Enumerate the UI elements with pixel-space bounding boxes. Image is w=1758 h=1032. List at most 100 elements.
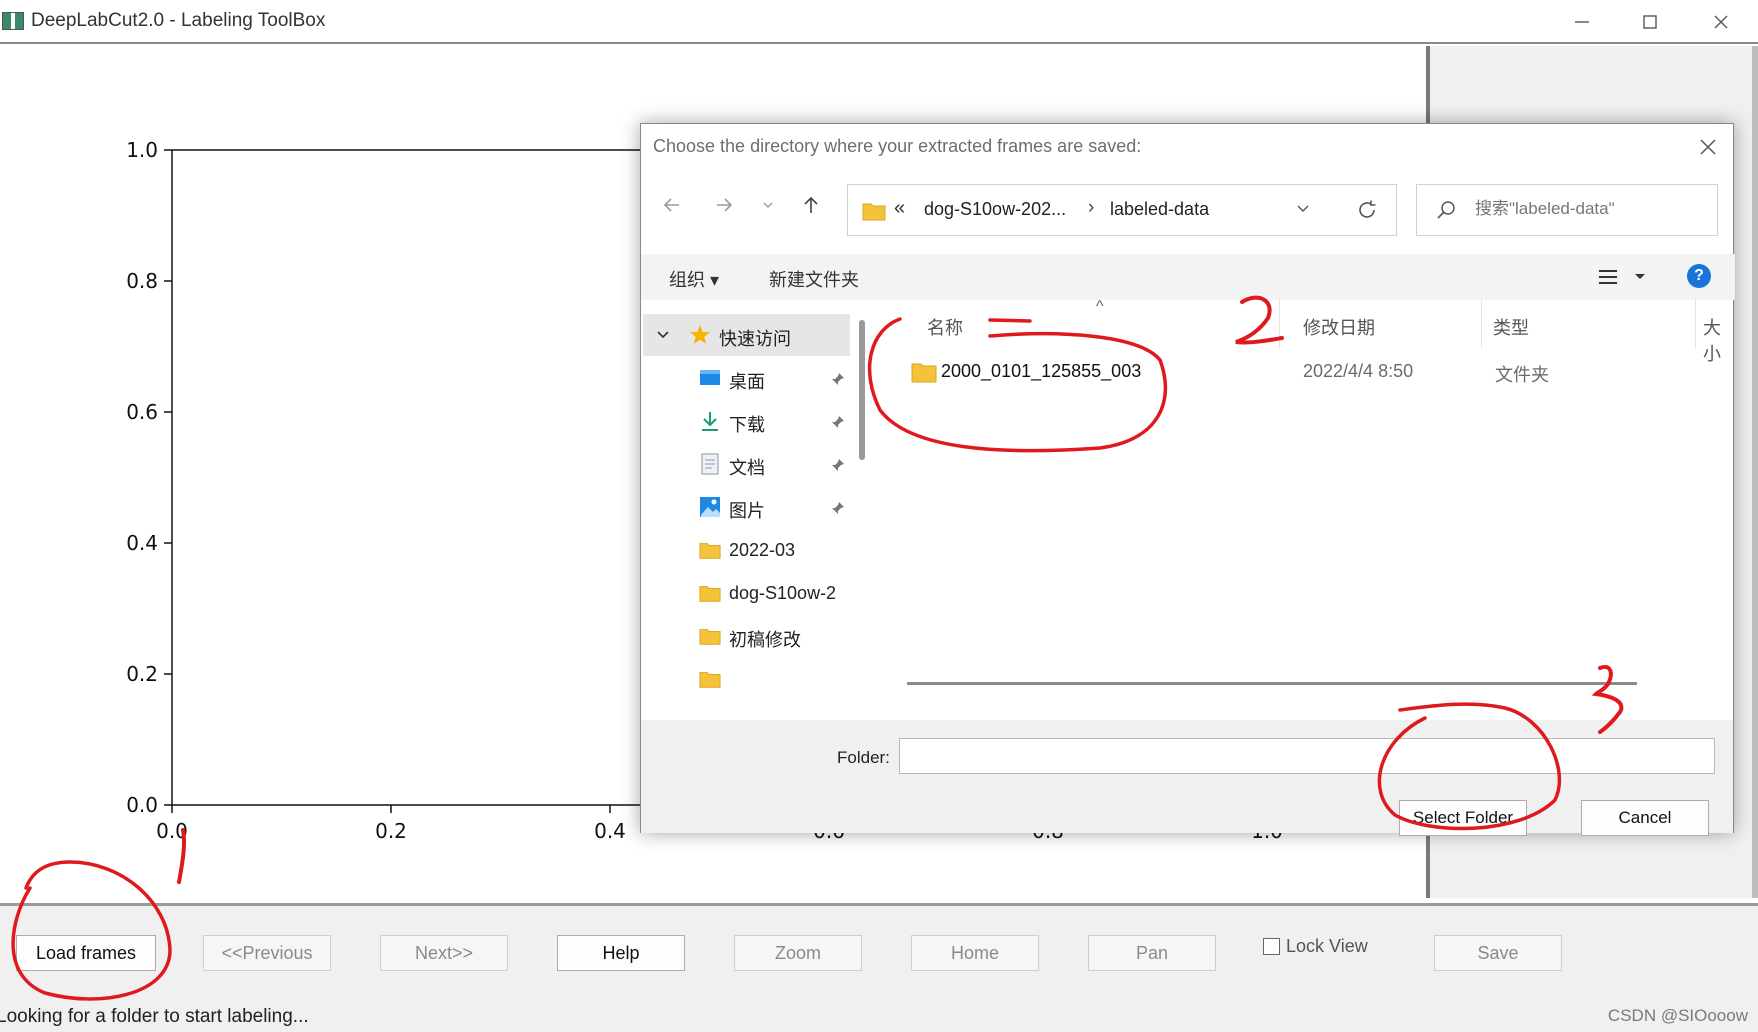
up-button[interactable] [796, 190, 826, 220]
chevron-down-icon [763, 202, 773, 208]
file-row[interactable]: 2000_0101_125855_003 2022/4/4 8:50 文件夹 [905, 354, 1705, 390]
pin-icon[interactable] [831, 413, 845, 434]
status-text: Looking for a folder to start labeling..… [0, 1006, 309, 1027]
zoom-button[interactable]: Zoom [734, 935, 862, 971]
close-icon [1700, 139, 1716, 155]
horizontal-scrollbar[interactable] [907, 682, 1637, 685]
nav-item[interactable]: dog-S10ow-2 [643, 572, 850, 614]
column-divider[interactable] [1279, 300, 1280, 348]
column-header-modified[interactable]: 修改日期 [1303, 314, 1375, 340]
choose-directory-dialog: Choose the directory where your extracte… [640, 123, 1735, 836]
view-options-icon[interactable] [1597, 266, 1649, 288]
nav-item-quick-access[interactable]: 快速访问 [643, 314, 850, 356]
chevron-down-icon[interactable] [655, 327, 671, 343]
watermark: CSDN @SIOooow [1607, 1006, 1748, 1025]
folder-icon [699, 539, 721, 561]
search-box[interactable] [1416, 184, 1718, 236]
new-folder-button[interactable]: 新建文件夹 [769, 266, 859, 292]
nav-item[interactable] [643, 658, 850, 700]
pin-icon[interactable] [831, 499, 845, 520]
next-button[interactable]: Next>> [380, 935, 508, 971]
forward-button[interactable] [709, 190, 739, 220]
dialog-close-button[interactable] [1695, 134, 1721, 160]
desktop-icon [699, 367, 721, 389]
pin-icon[interactable] [831, 370, 845, 391]
lock-view-checkbox[interactable]: Lock View [1263, 936, 1368, 957]
star-icon [689, 324, 711, 346]
breadcrumb-separator-icon[interactable]: › [1088, 197, 1094, 219]
folder-icon [862, 203, 886, 221]
document-icon [699, 453, 721, 475]
column-divider[interactable] [1481, 300, 1482, 348]
file-name: 2000_0101_125855_003 [941, 361, 1142, 381]
pin-icon[interactable] [831, 456, 845, 477]
nav-item[interactable]: 图片 [643, 486, 850, 528]
column-header-type[interactable]: 类型 [1493, 314, 1529, 340]
y-tick-label: 0.2 [126, 662, 158, 686]
y-axis-ticks: 1.0 0.8 0.6 0.4 0.2 0.0 [126, 138, 172, 817]
nav-item-label: 文档 [729, 458, 765, 478]
title-bar: DeepLabCut2.0 - Labeling ToolBox [0, 0, 1758, 44]
cancel-button[interactable]: Cancel [1581, 800, 1709, 836]
search-icon [1437, 201, 1455, 219]
close-icon [1714, 15, 1728, 29]
breadcrumb-project[interactable]: dog-S10ow-202... [924, 199, 1066, 220]
x-tick-label: 0.2 [375, 819, 407, 843]
close-window-button[interactable] [1697, 6, 1745, 38]
home-button[interactable]: Home [911, 935, 1039, 971]
help-icon[interactable]: ? [1687, 264, 1711, 288]
address-bar[interactable]: « dog-S10ow-202... › labeled-data [847, 184, 1397, 236]
folder-input[interactable] [899, 738, 1715, 774]
app-icon [2, 12, 24, 30]
nav-item[interactable]: 文档 [643, 443, 850, 485]
column-header-size[interactable]: 大小 [1703, 314, 1733, 366]
load-frames-button[interactable]: Load frames [16, 935, 156, 971]
nav-item[interactable]: 下载 [643, 400, 850, 442]
breadcrumb-labeled-data[interactable]: labeled-data [1110, 199, 1209, 220]
nav-item-label: 2022-03 [729, 540, 796, 560]
column-header-name[interactable]: 名称 [927, 314, 963, 340]
minimize-button[interactable] [1558, 6, 1606, 38]
select-folder-button[interactable]: Select Folder [1399, 800, 1527, 836]
folder-icon [699, 582, 721, 604]
nav-item[interactable]: 初稿修改 [643, 615, 850, 657]
file-modified-date: 2022/4/4 8:50 [1303, 361, 1414, 381]
back-button[interactable] [657, 190, 687, 220]
refresh-icon[interactable] [1356, 199, 1378, 221]
folder-icon [699, 625, 721, 647]
folder-icon [911, 363, 937, 383]
maximize-icon [1643, 15, 1657, 29]
maximize-button[interactable] [1626, 6, 1674, 38]
nav-item-label: 图片 [729, 501, 765, 521]
previous-button[interactable]: <<Previous [203, 935, 331, 971]
navigation-pane: 快速访问桌面下载文档图片 2022-03 dog-S10ow-2 初稿修改 [643, 300, 850, 720]
search-input[interactable] [1475, 199, 1705, 219]
nav-item-label: 快速访问 [719, 329, 791, 349]
nav-item[interactable]: 桌面 [643, 357, 850, 399]
nav-item[interactable]: 2022-03 [643, 529, 850, 571]
y-tick-label: 1.0 [126, 138, 158, 162]
nav-item-label: 桌面 [729, 372, 765, 392]
recent-locations-button[interactable] [753, 190, 783, 220]
nav-item-label: 下载 [729, 415, 765, 435]
y-tick-label: 0.4 [126, 531, 158, 555]
address-overflow-icon[interactable]: « [894, 197, 905, 220]
address-dropdown-icon[interactable] [1296, 201, 1310, 215]
file-type: 文件夹 [1495, 365, 1549, 385]
lock-view-label: Lock View [1286, 936, 1368, 956]
save-button[interactable]: Save [1434, 935, 1562, 971]
checkbox-box[interactable] [1263, 938, 1280, 955]
sort-ascending-icon: ^ [1096, 298, 1104, 315]
column-divider[interactable] [1695, 300, 1696, 348]
nav-item-label: 初稿修改 [729, 630, 801, 650]
pan-button[interactable]: Pan [1088, 935, 1216, 971]
navigation-scrollbar[interactable] [859, 320, 865, 460]
help-button[interactable]: Help [557, 935, 685, 971]
arrow-left-icon [663, 198, 679, 212]
status-bar: Looking for a folder to start labeling..… [0, 994, 1758, 1032]
y-tick-label: 0.0 [126, 793, 158, 817]
organize-menu[interactable]: 组织 ▾ [669, 266, 719, 292]
x-tick-label: 0.0 [156, 819, 188, 843]
y-tick-label: 0.6 [126, 400, 158, 424]
file-list-pane: ^ 名称 修改日期 类型 大小 2000_0101_125855_003 202… [881, 298, 1733, 720]
